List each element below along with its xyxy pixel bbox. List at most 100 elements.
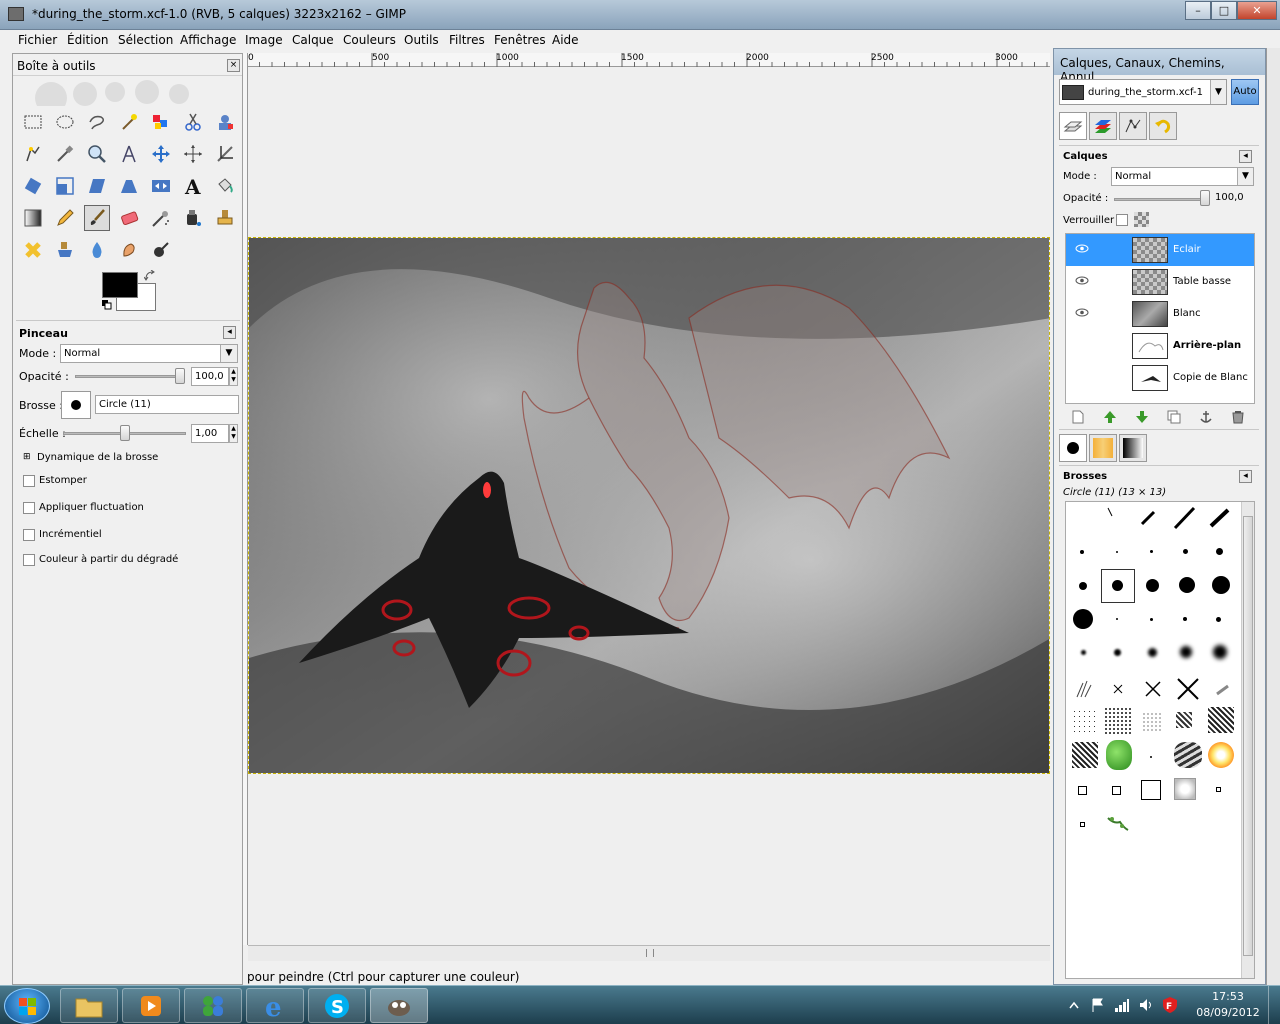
brush-dynamics-expander[interactable]: Dynamique de la brosse bbox=[37, 452, 158, 463]
shear-icon[interactable] bbox=[84, 173, 110, 199]
flip-icon[interactable] bbox=[148, 173, 174, 199]
ink-icon[interactable] bbox=[180, 205, 206, 231]
clock[interactable]: 17:53 08/09/2012 bbox=[1188, 989, 1268, 1021]
auto-button[interactable]: Auto bbox=[1231, 79, 1259, 105]
fuzzy-select-icon[interactable] bbox=[116, 109, 142, 135]
menu-calque[interactable]: Calque bbox=[292, 33, 334, 47]
network-icon[interactable] bbox=[1114, 997, 1130, 1013]
perspective-icon[interactable] bbox=[116, 173, 142, 199]
eye-icon[interactable] bbox=[1075, 308, 1089, 317]
tab-channels[interactable] bbox=[1089, 112, 1117, 140]
layers-menu-icon[interactable]: ◂ bbox=[1239, 150, 1252, 163]
tab-gradients[interactable] bbox=[1119, 434, 1147, 462]
clone-icon[interactable] bbox=[212, 205, 238, 231]
horizontal-ruler[interactable]: 0 500 1000 1500 2000 2500 3000 bbox=[247, 53, 1050, 67]
eye-icon[interactable] bbox=[1075, 276, 1089, 285]
default-colors-icon[interactable] bbox=[102, 300, 112, 310]
layers-list[interactable]: Eclair Table basse Blanc Arrière-plan Co… bbox=[1065, 233, 1255, 404]
color-picker-icon[interactable] bbox=[52, 141, 78, 167]
scale-slider-handle[interactable] bbox=[119, 425, 130, 441]
menu-fenetres[interactable]: Fenêtres bbox=[494, 33, 546, 47]
layer-row[interactable]: Arrière-plan bbox=[1066, 330, 1254, 362]
menu-aide[interactable]: Aide bbox=[552, 33, 579, 47]
show-desktop-button[interactable] bbox=[1268, 986, 1280, 1024]
align-icon[interactable] bbox=[180, 141, 206, 167]
taskbar-messenger[interactable] bbox=[184, 988, 242, 1023]
layer-row[interactable]: Table basse bbox=[1066, 266, 1254, 298]
menu-filtres[interactable]: Filtres bbox=[449, 33, 485, 47]
eraser-icon[interactable] bbox=[116, 205, 142, 231]
brushes-scrollbar[interactable] bbox=[1241, 502, 1254, 978]
select-by-color-icon[interactable] bbox=[148, 109, 174, 135]
zoom-icon[interactable] bbox=[84, 141, 110, 167]
tab-brushes[interactable] bbox=[1059, 434, 1087, 462]
paths-icon[interactable] bbox=[20, 141, 46, 167]
raise-layer-icon[interactable] bbox=[1102, 410, 1118, 424]
crop-icon[interactable] bbox=[212, 141, 238, 167]
lasso-icon[interactable] bbox=[84, 109, 110, 135]
foreground-color-swatch[interactable] bbox=[102, 272, 138, 298]
dock-header[interactable]: Calques, Canaux, Chemins, Annul... bbox=[1054, 49, 1265, 84]
anchor-layer-icon[interactable] bbox=[1198, 410, 1214, 424]
toolbox-close-icon[interactable]: × bbox=[227, 59, 240, 72]
brushes-scroll-thumb[interactable] bbox=[1243, 516, 1253, 956]
menu-affichage[interactable]: Affichage bbox=[180, 33, 236, 47]
opacity-spin-icon[interactable]: ▲ ▼ bbox=[229, 367, 238, 386]
brush-name-field[interactable]: Circle (11) bbox=[95, 395, 239, 414]
menu-edition[interactable]: Édition bbox=[67, 33, 109, 47]
menu-outils[interactable]: Outils bbox=[404, 33, 439, 47]
taskbar-skype[interactable]: S bbox=[308, 988, 366, 1023]
tab-patterns[interactable] bbox=[1089, 434, 1117, 462]
brush-preview-button[interactable] bbox=[61, 391, 91, 419]
taskbar-media-player[interactable] bbox=[122, 988, 180, 1023]
image-canvas[interactable] bbox=[248, 237, 1050, 774]
rotate-icon[interactable] bbox=[20, 173, 46, 199]
layer-row[interactable]: Blanc bbox=[1066, 298, 1254, 330]
layer-opacity-handle[interactable] bbox=[1200, 190, 1210, 206]
maximize-button[interactable]: □ bbox=[1211, 1, 1237, 20]
swap-colors-icon[interactable] bbox=[144, 270, 156, 282]
start-button[interactable] bbox=[4, 988, 50, 1024]
blur-icon[interactable] bbox=[84, 237, 110, 263]
menu-fichier[interactable]: Fichier bbox=[18, 33, 57, 47]
brushes-grid[interactable] bbox=[1065, 501, 1255, 979]
gradient-icon[interactable] bbox=[20, 205, 46, 231]
minimize-button[interactable]: – bbox=[1185, 1, 1211, 20]
gradient-color-checkbox[interactable] bbox=[23, 554, 35, 566]
action-center-flag-icon[interactable] bbox=[1090, 997, 1106, 1013]
opacity-slider[interactable] bbox=[75, 375, 185, 378]
perspective-clone-icon[interactable] bbox=[52, 237, 78, 263]
foreground-select-icon[interactable] bbox=[212, 109, 238, 135]
jitter-checkbox[interactable] bbox=[23, 502, 35, 514]
scissors-icon[interactable] bbox=[180, 109, 206, 135]
mode-select[interactable]: Normal ▼ bbox=[60, 344, 238, 363]
taskbar-internet-explorer[interactable]: e bbox=[246, 988, 304, 1023]
eye-icon[interactable] bbox=[1075, 244, 1089, 253]
scale-spin-icon[interactable]: ▲ ▼ bbox=[229, 424, 238, 443]
text-icon[interactable]: A bbox=[180, 173, 206, 199]
title-bar[interactable]: *during_the_storm.xcf-1.0 (RVB, 5 calque… bbox=[0, 0, 1280, 30]
rect-select-icon[interactable] bbox=[20, 109, 46, 135]
tool-options-menu-icon[interactable]: ◂ bbox=[223, 326, 236, 339]
security-shield-icon[interactable]: F bbox=[1162, 996, 1178, 1014]
taskbar-gimp[interactable] bbox=[370, 988, 428, 1023]
close-button[interactable]: ✕ bbox=[1237, 1, 1277, 20]
paintbrush-icon[interactable] bbox=[84, 205, 110, 231]
scale-icon[interactable] bbox=[52, 173, 78, 199]
expander-plus-icon[interactable]: ⊞ bbox=[23, 452, 31, 462]
incremental-checkbox[interactable] bbox=[23, 529, 35, 541]
tab-layers[interactable] bbox=[1059, 112, 1087, 140]
tab-paths[interactable] bbox=[1119, 112, 1147, 140]
layer-row[interactable]: Eclair bbox=[1066, 234, 1254, 266]
tray-arrow-icon[interactable] bbox=[1068, 998, 1080, 1012]
heal-icon[interactable] bbox=[20, 237, 46, 263]
pencil-icon[interactable] bbox=[52, 205, 78, 231]
image-selector[interactable]: during_the_storm.xcf-1 ▼ bbox=[1059, 79, 1227, 105]
delete-layer-icon[interactable] bbox=[1230, 410, 1246, 424]
opacity-slider-handle[interactable] bbox=[175, 368, 185, 384]
layer-row[interactable]: Copie de Blanc bbox=[1066, 362, 1254, 394]
brushes-menu-icon[interactable]: ◂ bbox=[1239, 470, 1252, 483]
menu-selection[interactable]: Sélection bbox=[118, 33, 173, 47]
layer-mode-select[interactable]: Normal ▼ bbox=[1111, 167, 1254, 186]
scroll-grip-icon[interactable] bbox=[646, 949, 654, 957]
